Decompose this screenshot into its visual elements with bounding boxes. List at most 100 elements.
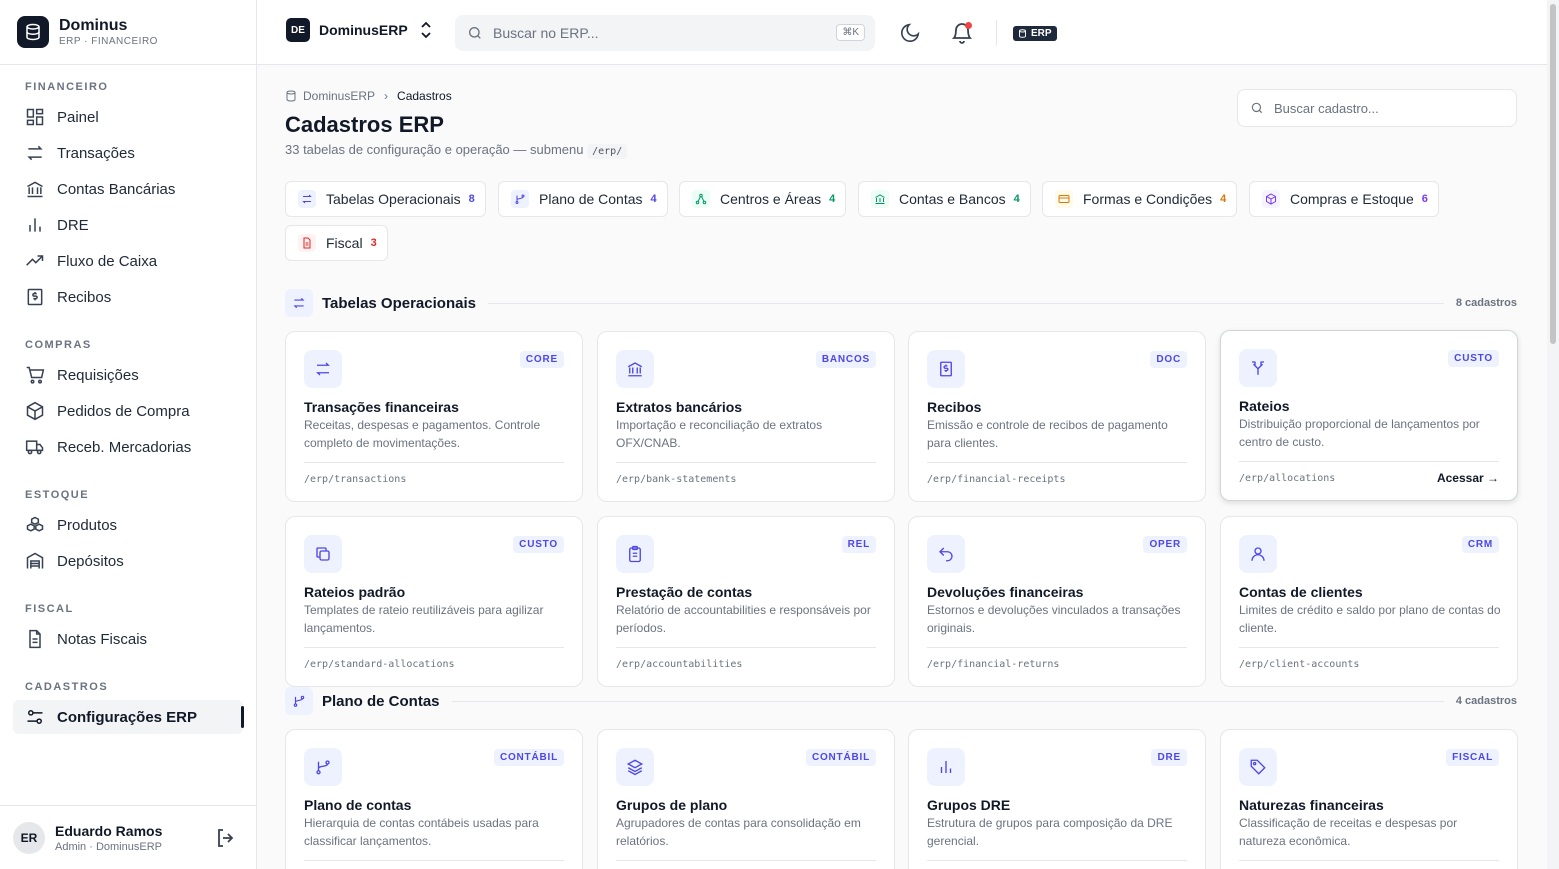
card-title: Rateios padrão <box>304 584 406 600</box>
sidebar-item-receb-mercadorias[interactable]: Receb. Mercadorias <box>13 430 243 464</box>
sidebar: Dominus ERP · FINANCEIRO FINANCEIRO Pain… <box>0 0 257 869</box>
network-icon <box>692 190 710 208</box>
tag-icon <box>1239 748 1277 786</box>
nav-section-cadastros: CADASTROS <box>25 681 109 693</box>
sidebar-item-depositos[interactable]: Depósitos <box>13 544 243 578</box>
sidebar-item-pedidos-de-compra[interactable]: Pedidos de Compra <box>13 394 243 428</box>
card-divider <box>304 462 564 463</box>
topbar: DE DominusERP Buscar no ERP... ⌘K ERP <box>257 0 1547 65</box>
chip-formas-e-condicoes[interactable]: Formas e Condições 4 <box>1042 181 1238 217</box>
card-open-link[interactable]: Acessar → <box>1437 471 1499 485</box>
breadcrumb-item[interactable]: DominusERP <box>303 89 375 103</box>
chip-fiscal[interactable]: Fiscal 3 <box>285 225 388 261</box>
global-search-input[interactable]: Buscar no ERP... ⌘K <box>455 15 875 51</box>
card-recibos[interactable]: DOC Recibos Emissão e controle de recibo… <box>908 331 1206 502</box>
scrollbar-thumb[interactable] <box>1550 4 1556 344</box>
sidebar-item-painel[interactable]: Painel <box>13 100 243 134</box>
chip-contas-e-bancos[interactable]: Contas e Bancos 4 <box>858 181 1031 217</box>
card-tag: CONTÁBIL <box>805 749 876 766</box>
database-icon <box>17 16 49 48</box>
card-contas-de-clientes[interactable]: CRM Contas de clientes Limites de crédit… <box>1220 516 1518 687</box>
chip-label: Fiscal <box>326 235 363 251</box>
card-description: Classificação de receitas e despesas por… <box>1239 816 1458 848</box>
card-tag: CONTÁBIL <box>493 749 564 766</box>
arrows-icon <box>285 289 313 317</box>
search-icon <box>469 27 481 39</box>
sidebar-item-label: DRE <box>57 216 89 234</box>
page-subtitle-text: 33 tabelas de configuração e operação — … <box>285 142 584 157</box>
workspace-badge: DE <box>286 18 310 42</box>
warehouse-icon <box>26 552 44 569</box>
sidebar-item-label: Receb. Mercadorias <box>57 438 192 456</box>
sidebar-item-contas-bancarias[interactable]: Contas Bancárias <box>13 172 243 206</box>
sidebar-item-notas-fiscais[interactable]: Notas Fiscais <box>13 622 243 656</box>
cadastro-search-input[interactable]: Buscar cadastro... <box>1237 89 1517 127</box>
chip-count: 3 <box>370 237 377 249</box>
notifications-button[interactable] <box>950 21 974 45</box>
card-grupos-de-plano[interactable]: CONTÁBIL Grupos de plano Agrupadores de … <box>597 729 895 869</box>
cadastro-search-placeholder: Buscar cadastro... <box>1274 100 1379 116</box>
card-title: Naturezas financeiras <box>1239 797 1384 813</box>
section-header-tabelas-operacionais: Tabelas Operacionais 8 cadastros <box>285 288 1517 318</box>
logout-icon[interactable] <box>214 826 238 850</box>
card-naturezas-financeiras[interactable]: FISCAL Naturezas financeiras Classificaç… <box>1220 729 1518 869</box>
chip-count: 4 <box>1013 193 1020 205</box>
copy-icon <box>304 535 342 573</box>
undo-icon <box>927 535 965 573</box>
breadcrumb: DominusERP › Cadastros <box>285 89 452 103</box>
card-title: Grupos de plano <box>616 797 728 813</box>
card-title: Recibos <box>927 399 982 415</box>
brand[interactable]: Dominus ERP · FINANCEIRO <box>0 0 256 65</box>
sidebar-item-label: Produtos <box>57 516 118 534</box>
card-extratos-bancarios[interactable]: BANCOS Extratos bancários Importação e r… <box>597 331 895 502</box>
section-count: 8 cadastros <box>1455 297 1517 309</box>
page-title: Cadastros ERP <box>285 112 444 137</box>
card-tag: BANCOS <box>815 351 876 368</box>
chip-centros-e-areas[interactable]: Centros e Áreas 4 <box>679 181 847 217</box>
card-divider <box>1239 647 1499 648</box>
card-description: Relatório de accountabilities e responsá… <box>616 603 871 635</box>
chip-label: Centros e Áreas <box>720 191 822 207</box>
card-plano-de-contas[interactable]: CONTÁBIL Plano de contas Hierarquia de c… <box>285 729 583 869</box>
chip-plano-de-contas[interactable]: Plano de Contas 4 <box>498 181 668 217</box>
card-tag: DRE <box>1151 749 1187 766</box>
chip-compras-e-estoque[interactable]: Compras e Estoque 6 <box>1249 181 1439 217</box>
card-divider <box>927 647 1187 648</box>
card-rateios[interactable]: CUSTO Rateios Distribuição proporcional … <box>1220 330 1518 501</box>
workspace-switcher[interactable]: DE DominusERP <box>286 18 434 42</box>
card-title: Extratos bancários <box>616 399 743 415</box>
card-title: Contas de clientes <box>1239 584 1363 600</box>
sidebar-item-fluxo-de-caixa[interactable]: Fluxo de Caixa <box>13 244 243 278</box>
scrollbar[interactable] <box>1547 0 1559 869</box>
chip-tabelas-operacionais[interactable]: Tabelas Operacionais 8 <box>285 181 486 217</box>
moon-icon[interactable] <box>899 22 921 44</box>
nav-section-estoque: ESTOQUE <box>25 489 90 501</box>
sidebar-item-label: Configurações ERP <box>57 708 198 726</box>
card-rateios-padrao[interactable]: CUSTO Rateios padrão Templates de rateio… <box>285 516 583 687</box>
sidebar-item-produtos[interactable]: Produtos <box>13 508 243 542</box>
card-icon <box>1055 190 1073 208</box>
sidebar-item-dre[interactable]: DRE <box>13 208 243 242</box>
card-description: Distribuição proporcional de lançamentos… <box>1239 417 1480 449</box>
section-divider <box>487 302 1444 304</box>
chip-label: Plano de Contas <box>539 191 643 207</box>
card-grupos-dre[interactable]: DRE Grupos DRE Estrutura de grupos para … <box>908 729 1206 869</box>
card-divider <box>616 462 876 463</box>
card-path: /erp/financial-returns <box>927 659 1060 670</box>
sidebar-item-configuracoes-erp[interactable]: Configurações ERP <box>13 700 244 734</box>
card-divider <box>1239 461 1499 462</box>
chip-count: 8 <box>468 193 475 205</box>
sidebar-item-transacoes[interactable]: Transações <box>13 136 243 170</box>
sidebar-item-requisicoes[interactable]: Requisições <box>13 358 243 392</box>
avatar[interactable]: ER <box>13 821 45 854</box>
chevrons-updown-icon <box>421 21 431 39</box>
card-tag: CUSTO <box>513 536 564 553</box>
document-icon <box>298 234 316 252</box>
card-devolucoes-financeiras[interactable]: OPER Devoluções financeiras Estornos e d… <box>908 516 1206 687</box>
arrows-icon <box>298 190 316 208</box>
truck-icon <box>25 440 44 455</box>
card-transacoes-financeiras[interactable]: CORE Transações financeiras Receitas, de… <box>285 331 583 502</box>
card-prestacao-de-contas[interactable]: REL Prestação de contas Relatório de acc… <box>597 516 895 687</box>
sidebar-item-recibos[interactable]: Recibos <box>13 280 243 314</box>
card-tag: CRM <box>1461 536 1499 553</box>
